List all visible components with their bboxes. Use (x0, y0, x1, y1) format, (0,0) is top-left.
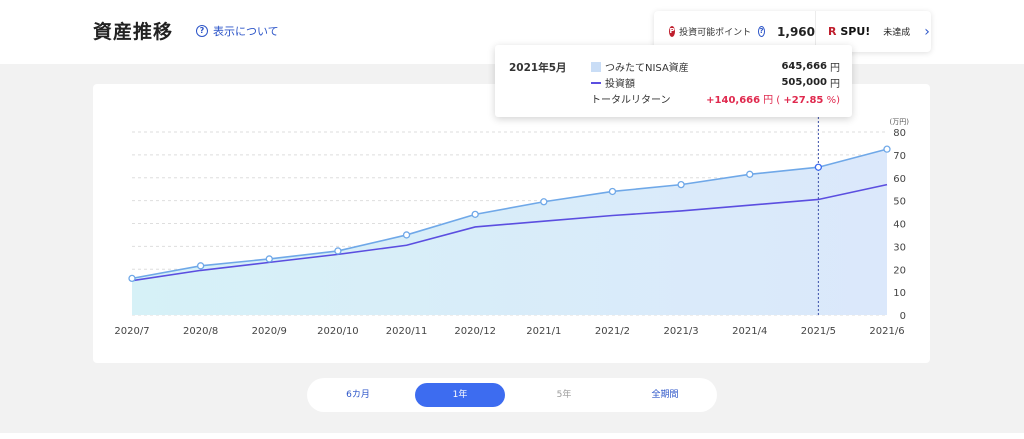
x-tick-label: 2020/12 (454, 326, 496, 337)
asset-point (814, 163, 823, 171)
y-tick-label: 20 (893, 265, 906, 276)
y-tick-label: 10 (893, 288, 906, 299)
asset-point (608, 187, 617, 196)
range-6months[interactable]: 6カ月 (316, 383, 400, 407)
x-tick-label: 2020/9 (252, 326, 287, 337)
asset-swatch (591, 62, 601, 72)
asset-point (540, 198, 548, 206)
asset-point (196, 262, 205, 270)
y-tick-label: 0 (900, 311, 906, 322)
asset-point (746, 170, 754, 178)
x-tick-label: 2020/11 (386, 326, 428, 337)
range-5years: 5年 (556, 390, 572, 400)
y-unit-label: (万円) (890, 118, 910, 126)
range-1year[interactable]: 1年 (415, 383, 505, 407)
y-tick-label: 80 (893, 128, 906, 139)
y-tick-label: 60 (893, 174, 906, 185)
y-tick-label: 30 (893, 242, 906, 253)
chart-tooltip: 2021年5月 つみたてNISA資産 645,666 円 投資額 505,000 円… (495, 45, 852, 117)
tooltip-asset-value: 645,666 (781, 61, 827, 72)
x-tick-label: 2020/10 (317, 326, 359, 337)
x-tick-label: 2021/1 (526, 326, 561, 337)
x-tick-label: 2021/5 (801, 326, 836, 337)
range-selector: 6カ月 1年 5年 全期間 (307, 378, 717, 412)
asset-point (334, 247, 342, 255)
x-tick-label: 2021/2 (595, 326, 630, 337)
tooltip-invest-value: 505,000 (781, 77, 827, 88)
asset-point (265, 255, 273, 263)
tooltip-return-value: +140,666 円 ( +27.85 %) (706, 95, 840, 106)
invest-swatch (591, 82, 601, 84)
tooltip-invest-label: 投資額 (605, 79, 635, 90)
asset-point (128, 274, 136, 283)
x-tick-label: 2020/8 (183, 326, 218, 337)
footer-strip (0, 433, 1024, 439)
tooltip-return-label: トータルリターン (591, 95, 671, 106)
x-tick-label: 2021/6 (869, 326, 904, 337)
tooltip-asset-row: つみたてNISA資産 645,666 円 (591, 59, 840, 74)
tooltip-return-row: トータルリターン +140,666 円 ( +27.85 %) (591, 91, 840, 106)
x-tick-label: 2021/3 (663, 326, 698, 337)
asset-point (402, 231, 411, 239)
y-tick-label: 50 (893, 197, 906, 208)
tooltip-date: 2021年5月 (509, 62, 567, 74)
asset-point (471, 210, 479, 219)
range-all[interactable]: 全期間 (620, 383, 710, 407)
asset-point (883, 145, 891, 153)
asset-area (132, 149, 887, 315)
asset-point (677, 180, 685, 189)
tooltip-asset-label: つみたてNISA資産 (605, 63, 689, 74)
x-tick-label: 2020/7 (114, 326, 149, 337)
tooltip-invest-row: 投資額 505,000 円 (591, 75, 840, 90)
y-tick-label: 70 (893, 151, 906, 162)
y-tick-label: 40 (893, 220, 906, 231)
x-tick-label: 2021/4 (732, 326, 767, 337)
